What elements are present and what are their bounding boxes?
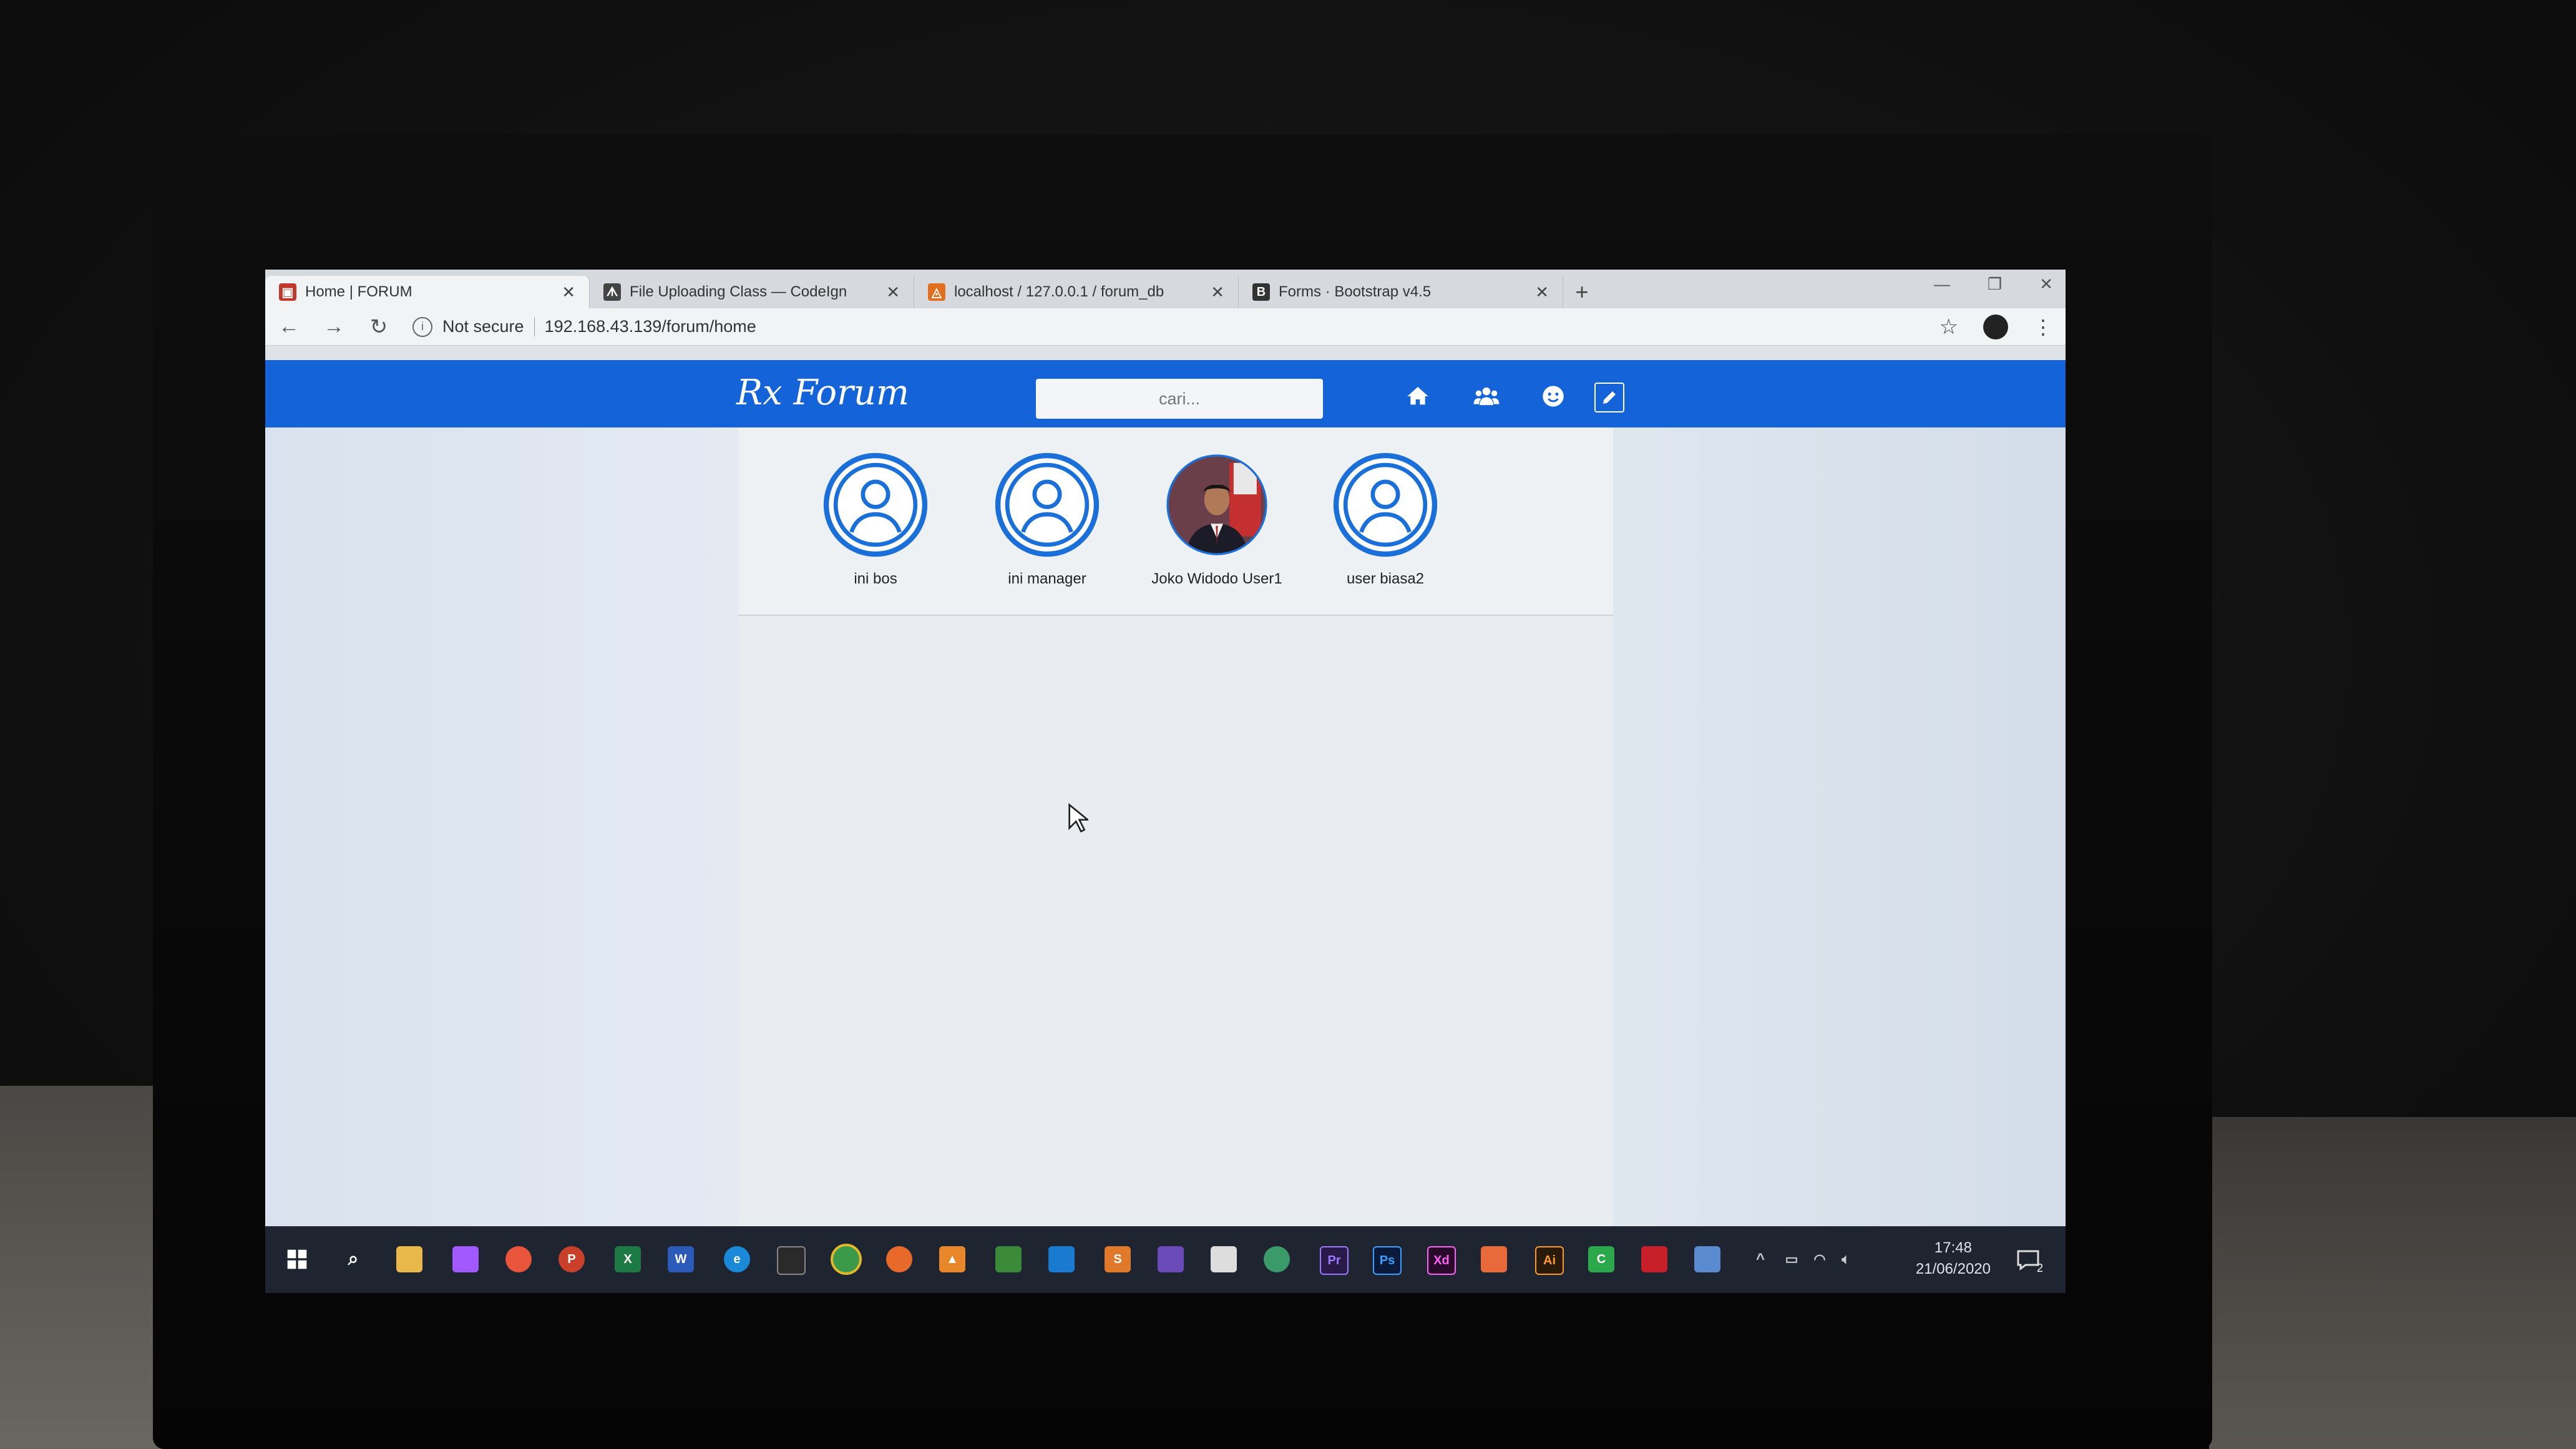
- powerpoint-icon[interactable]: P: [559, 1246, 585, 1272]
- phpmyadmin-favicon-icon: ◬: [928, 283, 945, 301]
- edit-icon[interactable]: [1594, 383, 1624, 412]
- site-brand[interactable]: Rx Forum: [736, 373, 909, 413]
- tray-chevron-icon[interactable]: ^: [1747, 1246, 1773, 1272]
- volume-icon[interactable]: 🔈︎: [1833, 1246, 1859, 1272]
- notepad-plus-icon[interactable]: [995, 1246, 1022, 1272]
- search-input[interactable]: [1036, 379, 1323, 419]
- window-controls: — ❐ ✕: [1934, 275, 2053, 294]
- sublime-icon[interactable]: S: [1105, 1246, 1131, 1272]
- android-studio-icon[interactable]: [1264, 1246, 1290, 1272]
- main-panel: ini bos ini manager Joko Widodo User1 us…: [738, 427, 1613, 1226]
- desk-surface-left: [0, 1086, 162, 1449]
- vscode-icon[interactable]: [1048, 1246, 1075, 1272]
- address-bar[interactable]: i Not secure 192.168.43.139/forum/home: [412, 316, 1917, 337]
- photoshop-icon[interactable]: Ps: [1373, 1246, 1402, 1275]
- notification-center-icon[interactable]: 2: [2016, 1249, 2043, 1274]
- default-avatar-icon[interactable]: [995, 452, 1100, 557]
- close-tab-icon[interactable]: ✕: [1211, 283, 1224, 302]
- clock-time: 17:48: [1934, 1239, 1972, 1256]
- laptop-brand-logo: [1123, 1323, 1248, 1367]
- users-icon[interactable]: [1473, 383, 1500, 410]
- chrome-icon[interactable]: [833, 1246, 859, 1272]
- premiere-icon[interactable]: Pr: [1320, 1246, 1349, 1275]
- forward-arrow-icon[interactable]: →: [323, 315, 345, 339]
- edge-icon[interactable]: e: [724, 1246, 750, 1272]
- visual-studio-icon[interactable]: [1158, 1246, 1184, 1272]
- adobe-xd-icon[interactable]: Xd: [1427, 1246, 1456, 1275]
- file-explorer-icon[interactable]: [396, 1246, 422, 1272]
- close-tab-icon[interactable]: ✕: [1535, 283, 1549, 302]
- forum-favicon-icon: ▣: [279, 283, 296, 301]
- tab-bootstrap-forms[interactable]: B Forms · Bootstrap v4.5 ✕: [1239, 276, 1563, 308]
- browser-toolbar: ← → ↻ i Not secure 192.168.43.139/forum/…: [265, 308, 2066, 346]
- wifi-icon[interactable]: ◠: [1807, 1246, 1833, 1272]
- user-list: ini bos ini manager Joko Widodo User1 us…: [738, 427, 1613, 616]
- firefox-icon[interactable]: [886, 1246, 912, 1272]
- tab-phpmyadmin[interactable]: ◬ localhost / 127.0.0.1 / forum_db ✕: [914, 276, 1239, 308]
- bookmark-star-icon[interactable]: ☆: [1939, 315, 1958, 339]
- vlc-icon[interactable]: ▲: [939, 1246, 965, 1272]
- reload-icon[interactable]: ↻: [368, 315, 390, 339]
- info-icon[interactable]: i: [412, 316, 432, 337]
- tab-file-uploading[interactable]: ᗑ File Uploading Class — CodeIgn ✕: [590, 276, 914, 308]
- default-avatar-icon[interactable]: [1333, 452, 1438, 557]
- url-text[interactable]: 192.168.43.139/forum/home: [545, 317, 756, 336]
- user-card[interactable]: ini manager: [972, 452, 1122, 588]
- desk-surface-right: [2209, 1117, 2576, 1449]
- tab-label: Home | FORUM: [305, 283, 412, 300]
- tab-label: localhost / 127.0.0.1 / forum_db: [954, 283, 1164, 300]
- new-tab-button[interactable]: +: [1563, 276, 1601, 308]
- notification-count: 2: [2036, 1262, 2043, 1274]
- divider: [534, 317, 535, 336]
- terminal-icon[interactable]: [777, 1246, 806, 1275]
- xampp-icon[interactable]: [1481, 1246, 1507, 1272]
- minimize-icon[interactable]: —: [1934, 275, 1950, 294]
- close-tab-icon[interactable]: ✕: [562, 283, 575, 302]
- restore-icon[interactable]: ❐: [1988, 275, 2002, 294]
- camtasia-icon[interactable]: C: [1588, 1246, 1614, 1272]
- acrobat-icon[interactable]: [1641, 1246, 1667, 1272]
- clock-date: 21/06/2020: [1915, 1261, 1991, 1277]
- laptop-screen: ▣ Home | FORUM ✕ ᗑ File Uploading Class …: [265, 270, 2066, 1293]
- user-card[interactable]: ini bos: [801, 452, 950, 588]
- user-card[interactable]: Joko Widodo User1: [1142, 452, 1292, 588]
- illustrator-icon[interactable]: Ai: [1535, 1246, 1564, 1275]
- tab-home-forum[interactable]: ▣ Home | FORUM ✕: [265, 276, 590, 308]
- postman-icon[interactable]: [505, 1246, 532, 1272]
- battery-icon[interactable]: ▭: [1778, 1246, 1805, 1272]
- user-name[interactable]: user biasa2: [1310, 570, 1460, 588]
- user-card[interactable]: user biasa2: [1310, 452, 1460, 588]
- user-name[interactable]: Joko Widodo User1: [1142, 570, 1292, 588]
- word-icon[interactable]: W: [668, 1246, 694, 1272]
- codeigniter-favicon-icon: ᗑ: [603, 283, 621, 301]
- close-window-icon[interactable]: ✕: [2039, 275, 2053, 294]
- smiley-icon[interactable]: [1539, 383, 1567, 410]
- mouse-cursor-icon: [1068, 803, 1088, 833]
- browser-tab-strip: ▣ Home | FORUM ✕ ᗑ File Uploading Class …: [265, 270, 2066, 308]
- photo-avatar-icon[interactable]: [1164, 452, 1269, 557]
- user-name[interactable]: ini bos: [801, 570, 950, 588]
- back-arrow-icon[interactable]: ←: [278, 315, 300, 339]
- profile-avatar[interactable]: [1983, 314, 2008, 339]
- git-icon[interactable]: [1211, 1246, 1237, 1272]
- default-avatar-icon[interactable]: [823, 452, 928, 557]
- close-tab-icon[interactable]: ✕: [886, 283, 900, 302]
- menu-kebab-icon[interactable]: ⋮: [2033, 315, 2053, 339]
- taskbar-clock[interactable]: 17:48 21/06/2020: [1916, 1237, 1991, 1280]
- security-label: Not secure: [442, 317, 524, 336]
- bootstrap-favicon-icon: B: [1252, 283, 1270, 301]
- app-icon[interactable]: [1694, 1246, 1720, 1272]
- figma-icon[interactable]: [452, 1246, 479, 1272]
- search-icon[interactable]: ⌕: [340, 1246, 366, 1272]
- tab-label: Forms · Bootstrap v4.5: [1279, 283, 1432, 300]
- windows-taskbar: ⌕ P X W e ▲ S Pr Ps Xd Ai C ^ ▭ ◠ 🔈︎ 17:…: [265, 1226, 2066, 1293]
- tab-label: File Uploading Class — CodeIgn: [630, 283, 847, 300]
- site-navbar: Rx Forum: [265, 360, 2066, 427]
- user-name[interactable]: ini manager: [972, 570, 1122, 588]
- home-icon[interactable]: [1404, 383, 1432, 410]
- windows-start-icon[interactable]: [284, 1246, 310, 1272]
- excel-icon[interactable]: X: [615, 1246, 641, 1272]
